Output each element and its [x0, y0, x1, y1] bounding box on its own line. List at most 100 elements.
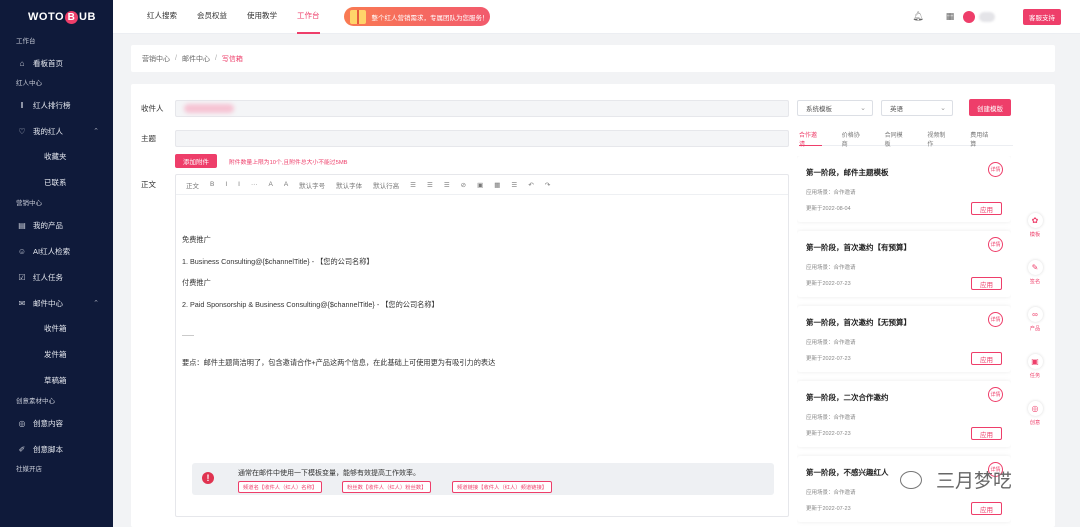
apply-button[interactable]: 应用: [971, 502, 1002, 515]
toolbar-button[interactable]: ↶: [528, 181, 533, 189]
sidebar-subitem[interactable]: 收藏夹: [0, 144, 113, 170]
sidebar-item[interactable]: ▤ 我的产品: [0, 212, 113, 238]
details-badge[interactable]: 详情: [988, 162, 1003, 177]
toolbar-button[interactable]: ▦: [494, 181, 500, 189]
toolbar-button[interactable]: I: [238, 181, 240, 188]
create-template-button[interactable]: 创建模版: [969, 99, 1011, 116]
body-line: ......: [182, 328, 194, 338]
body-label: 正文: [141, 180, 156, 189]
apply-button[interactable]: 应用: [971, 277, 1002, 290]
details-badge[interactable]: 详情: [988, 387, 1003, 402]
variable-chip[interactable]: 粉丝数【收件人（红人）粉丝数】: [342, 481, 432, 493]
toolbar-button[interactable]: A: [284, 181, 288, 188]
template-tab[interactable]: 视频制作: [927, 130, 950, 148]
template-card[interactable]: 第一阶段，首次邀约【有预算】 详情 应用场景：合作邀请 更新于2022-07-23 应用: [797, 231, 1011, 297]
toolbar-button[interactable]: ↷: [545, 181, 550, 189]
toolbar-button[interactable]: ☰: [511, 181, 517, 189]
toolbar-button[interactable]: 默认字体: [336, 180, 362, 190]
float-tool-label: 任务: [1029, 373, 1041, 379]
logo-mark: B: [65, 10, 79, 24]
float-tool[interactable]: ▣ 任务: [1024, 354, 1046, 388]
toolbar-button[interactable]: B: [210, 181, 214, 188]
toolbar-button[interactable]: ☰: [427, 181, 433, 189]
variable-chip[interactable]: 频道名【收件人（红人）名称】: [238, 481, 323, 493]
toolbar-button[interactable]: 默认行高: [373, 180, 399, 190]
user-name[interactable]: [979, 11, 995, 22]
apply-button[interactable]: 应用: [971, 202, 1002, 215]
heart-icon: ♡: [18, 126, 26, 136]
nav-tab[interactable]: 红人搜索: [147, 0, 177, 34]
nav-tab[interactable]: 工作台: [297, 0, 320, 34]
float-tool[interactable]: ◎ 创意: [1024, 401, 1046, 435]
toolbar-button[interactable]: ☰: [410, 181, 416, 189]
chevron-up-icon[interactable]: ⌃: [93, 127, 99, 135]
sidebar-item[interactable]: ✐ 创意脚本: [0, 436, 113, 462]
float-tool-label: 签名: [1029, 279, 1041, 285]
brand-logo[interactable]: WOTO B UB: [0, 0, 113, 34]
home-icon: ⌂: [19, 58, 25, 68]
template-tab[interactable]: 价格协商: [842, 130, 865, 148]
breadcrumb-item[interactable]: 营销中心: [142, 54, 170, 64]
sidebar-subitem[interactable]: 已联系: [0, 170, 113, 196]
toolbar-button[interactable]: A: [268, 181, 272, 188]
rich-text-editor[interactable]: 正文 B I I ··· A A 默认字号 默认字体 默认行高 ☰ ☰ ☰ ⊘ ▣ ▦ ☰ ↶ ↷ 免费推广 1. B…: [175, 174, 789, 517]
editor-toolbar: 正文 B I I ··· A A 默认字号 默认字体 默认行高 ☰ ☰ ☰ ⊘ ▣ ▦ ☰ ↶ ↷: [176, 175, 788, 195]
sidebar-subitem[interactable]: 发件箱: [0, 342, 113, 368]
avatar[interactable]: [963, 10, 975, 23]
recipient-input[interactable]: [175, 100, 789, 117]
sidebar-item[interactable]: ♡ 我的红人 ⌃: [0, 118, 113, 144]
sidebar-item[interactable]: ☺ AI红人检索: [0, 238, 113, 264]
template-tab[interactable]: 合同模板: [885, 130, 908, 148]
toolbar-button[interactable]: I: [225, 181, 227, 188]
apply-button[interactable]: 应用: [971, 427, 1002, 440]
template-tab[interactable]: 合作邀请: [799, 130, 822, 148]
warning-icon: !: [202, 472, 214, 484]
logo-text: UB: [79, 11, 96, 23]
details-badge[interactable]: 详情: [988, 312, 1003, 327]
nav-tab[interactable]: 会员权益: [197, 0, 227, 34]
sidebar-subitem[interactable]: 收件箱: [0, 316, 113, 342]
sidebar-subitem[interactable]: 草稿箱: [0, 368, 113, 394]
language-select[interactable]: 英语 ⌄: [881, 100, 953, 116]
subject-input[interactable]: [175, 130, 789, 147]
add-attachment-button[interactable]: 添加附件: [175, 154, 217, 168]
toolbar-button[interactable]: ☰: [444, 181, 450, 189]
float-tool[interactable]: ✎ 签名: [1024, 260, 1046, 294]
template-card[interactable]: 第一阶段，邮件主题模板 详情 应用场景：合作邀请 更新于2022-08-04 应用: [797, 156, 1011, 222]
toolbar-button[interactable]: ···: [251, 181, 258, 188]
chevron-up-icon[interactable]: ⌃: [93, 299, 99, 307]
float-tool[interactable]: ✿ 模板: [1024, 213, 1046, 247]
sidebar-menu: 工作台 ⌂ 看板首页 红人中心 ‖ 红人排行榜 ♡ 我的红人 ⌃ 收藏夹 已联系 营销中心 ▤ 我的产品 ☺…: [0, 34, 113, 478]
service-button[interactable]: 客服支持: [1023, 8, 1061, 25]
nav-tab[interactable]: 使用教学: [247, 0, 277, 34]
template-card[interactable]: 第一阶段，首次邀约【无预算】 详情 应用场景：合作邀请 更新于2022-07-23 应用: [797, 306, 1011, 372]
user-search-icon: ☺: [17, 246, 27, 256]
float-tool[interactable]: ∞ 产品: [1024, 307, 1046, 341]
grid-icon[interactable]: ▦: [943, 10, 957, 24]
toolbar-button[interactable]: ⊘: [461, 181, 466, 189]
sidebar-item[interactable]: ✉ 邮件中心 ⌃: [0, 290, 113, 316]
template-tab[interactable]: 费用结算: [970, 130, 993, 148]
toolbar-button[interactable]: 正文: [186, 180, 199, 190]
card-scene: 应用场景：合作邀请: [806, 190, 856, 196]
template-card[interactable]: 第一阶段，二次合作邀约 详情 应用场景：合作邀请 更新于2022-07-23 应用: [797, 381, 1011, 447]
breadcrumb-item[interactable]: 邮件中心: [182, 54, 210, 64]
promo-banner[interactable]: 整个红人营销需求，专属团队为您服务！: [343, 7, 490, 26]
sidebar-item[interactable]: ◎ 创意内容: [0, 410, 113, 436]
sidebar-item[interactable]: ‖ 红人排行榜: [0, 92, 113, 118]
sidebar-item[interactable]: ⌂ 看板首页: [0, 50, 113, 76]
bell-icon[interactable]: 🔔︎: [911, 10, 925, 24]
variable-chip[interactable]: 频道链接【收件人（红人）频道链接】: [452, 481, 553, 493]
apply-button[interactable]: 应用: [971, 352, 1002, 365]
watermark-text: 三月梦呓: [936, 471, 1013, 492]
editor-body[interactable]: 免费推广 1. Business Consulting@{$channelTitl…: [176, 195, 788, 368]
recipient-chip[interactable]: [184, 104, 234, 113]
sidebar-item[interactable]: ☑ 红人任务: [0, 264, 113, 290]
select-value: 系统模板: [806, 106, 832, 113]
sidebar-item-label: 我的红人: [33, 126, 63, 136]
details-badge[interactable]: 详情: [988, 237, 1003, 252]
template-type-select[interactable]: 系统模板 ⌄: [797, 100, 873, 116]
sidebar-item-label: AI红人检索: [33, 246, 71, 256]
toolbar-button[interactable]: ▣: [477, 181, 483, 189]
toolbar-button[interactable]: 默认字号: [299, 180, 325, 190]
